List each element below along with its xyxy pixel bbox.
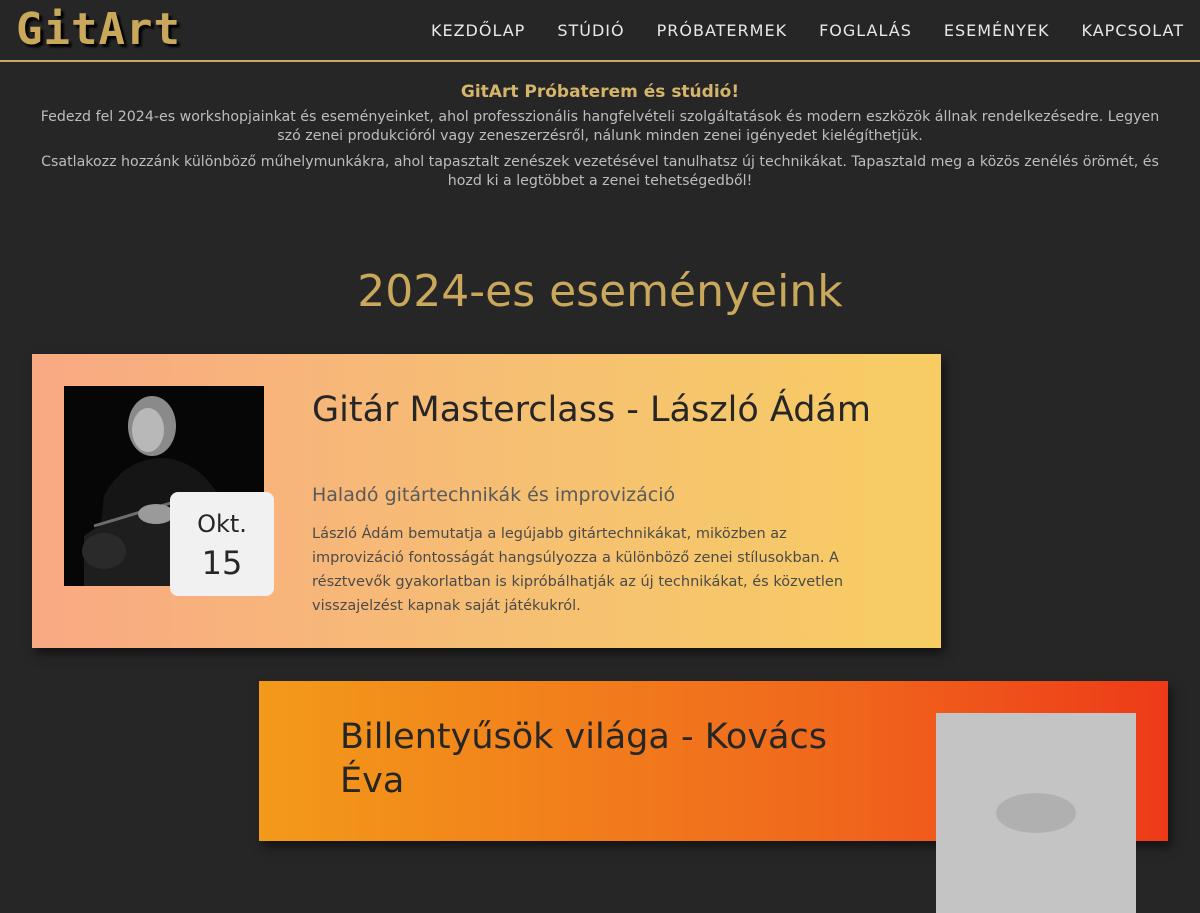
- events-heading: 2024-es eseményeink: [357, 266, 843, 317]
- intro-paragraph: Fedezd fel 2024-es workshopjainkat és es…: [40, 109, 1160, 144]
- event-date-day: 15: [201, 544, 243, 582]
- event-title: Billentyűsök világa - Kovács Éva: [340, 717, 827, 801]
- nav-link-probatermek[interactable]: PRÓBATERMEK: [657, 21, 787, 40]
- event-date-badge: Okt. 15: [170, 492, 274, 596]
- site-logo[interactable]: GitArt: [16, 4, 181, 55]
- nav-link-kezdolap[interactable]: KEZDŐLAP: [431, 21, 525, 40]
- keyboardist-photo-icon: [936, 713, 1136, 913]
- event-card: Okt. 15 Gitár Masterclass - László Ádám …: [32, 354, 941, 648]
- event-date-month: Okt.: [197, 510, 247, 538]
- nav-link-esemenyek[interactable]: ESEMÉNYEK: [944, 21, 1050, 40]
- navbar: GitArt KEZDŐLAP STÚDIÓ PRÓBATERMEK FOGLA…: [0, 0, 1200, 62]
- event-description: László Ádám bemutatja a legújabb gitárte…: [312, 526, 844, 614]
- intro-title: GitArt Próbaterem és stúdió!: [460, 82, 740, 102]
- event-subtitle: Haladó gitártechnikák és improvizáció: [312, 484, 676, 506]
- event-photo-keyboardist: [936, 713, 1136, 913]
- nav-link-studio[interactable]: STÚDIÓ: [557, 21, 624, 40]
- event-title: Gitár Masterclass - László Ádám: [312, 390, 871, 430]
- main-nav: KEZDŐLAP STÚDIÓ PRÓBATERMEK FOGLALÁS ESE…: [399, 0, 1184, 60]
- intro-paragraph: Csatlakozz hozzánk különböző műhelymunká…: [41, 154, 1159, 189]
- intro-section: GitArt Próbaterem és stúdió! Fedezd fel …: [30, 82, 1170, 198]
- nav-link-kapcsolat[interactable]: KAPCSOLAT: [1082, 21, 1184, 40]
- nav-link-foglalas[interactable]: FOGLALÁS: [819, 21, 912, 40]
- event-card: Billentyűsök világa - Kovács Éva: [259, 681, 1168, 913]
